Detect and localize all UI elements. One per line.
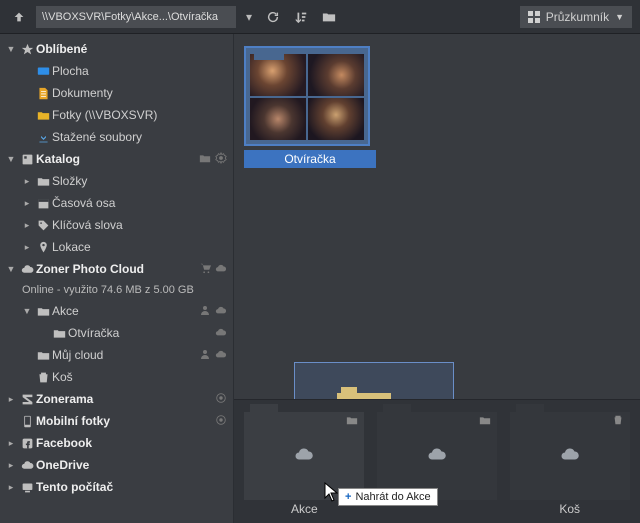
catalog-icon <box>18 153 36 166</box>
calendar-icon <box>34 197 52 210</box>
content-area[interactable]: Otvíračka Akce <box>234 34 640 523</box>
sidebar-facebook-header[interactable]: ▸ Facebook <box>0 432 233 454</box>
document-icon <box>34 87 52 100</box>
sidebar-item-photos[interactable]: ▸ Fotky (\\VBOXSVR) <box>0 104 233 126</box>
sidebar-item-desktop[interactable]: ▸ Plocha <box>0 60 233 82</box>
folder-small-icon <box>479 414 491 429</box>
shelf-item-trash[interactable]: Koš <box>507 406 632 523</box>
trash-icon <box>34 371 52 384</box>
computer-icon <box>18 481 36 494</box>
sidebar-item-folders[interactable]: ▸ Složky <box>0 170 233 192</box>
trash-icon <box>612 414 624 429</box>
onedrive-icon <box>18 459 36 472</box>
cloud-icon <box>560 448 580 465</box>
cloud-icon <box>294 448 314 465</box>
folder-icon <box>34 305 52 318</box>
drag-tooltip-text: Nahrát do Akce <box>355 491 430 503</box>
download-icon <box>34 131 52 144</box>
cloud-status: Online - využito 74.6 MB z 5.00 GB <box>0 280 233 300</box>
sidebar-item-documents[interactable]: ▸ Dokumenty <box>0 82 233 104</box>
cloud-icon <box>18 263 36 276</box>
sidebar: ▼ Oblíbené ▸ Plocha ▸ Dokumenty ▸ Fotky … <box>0 34 234 523</box>
refresh-button[interactable] <box>262 6 284 28</box>
view-mode-selector[interactable]: Průzkumník ▼ <box>520 6 632 28</box>
folder-label: Otvíračka <box>244 150 376 168</box>
tag-icon <box>34 219 52 232</box>
toolbar: \\VBOXSVR\Fotky\Akce...\Otvíračka ▾ Průz… <box>0 0 640 34</box>
person-icon[interactable] <box>199 348 211 363</box>
cloud-sync-icon[interactable] <box>215 262 227 277</box>
add-folder-icon[interactable] <box>199 152 211 167</box>
sidebar-favorites-header[interactable]: ▼ Oblíbené <box>0 38 233 60</box>
sidebar-item-timeline[interactable]: ▸ Časová osa <box>0 192 233 214</box>
folder-icon <box>34 349 52 362</box>
cloud-icon <box>215 326 227 341</box>
sidebar-item-downloads[interactable]: ▸ Stažené soubory <box>0 126 233 148</box>
gear-icon[interactable] <box>215 392 227 407</box>
sort-button[interactable] <box>290 6 312 28</box>
sidebar-item-otviracka[interactable]: ▸ Otvíračka <box>0 322 233 344</box>
sidebar-thispc-header[interactable]: ▸ Tento počítač <box>0 476 233 498</box>
desktop-icon <box>34 65 52 78</box>
sidebar-item-locations[interactable]: ▸ Lokace <box>0 236 233 258</box>
person-icon[interactable] <box>199 304 211 319</box>
facebook-icon <box>18 437 36 450</box>
folder-icon <box>34 109 52 122</box>
cloud-icon <box>427 448 447 465</box>
folder-item-otviracka[interactable]: Otvíračka <box>244 46 376 168</box>
folder-icon <box>34 175 52 188</box>
folder-small-icon <box>346 414 358 429</box>
caret-down-icon: ▼ <box>615 12 624 22</box>
sidebar-cloud-header[interactable]: ▼ Zoner Photo Cloud <box>0 258 233 280</box>
sidebar-item-keywords[interactable]: ▸ Klíčová slova <box>0 214 233 236</box>
sidebar-onedrive-header[interactable]: ▸ OneDrive <box>0 454 233 476</box>
sidebar-item-mycloud[interactable]: ▸ Můj cloud <box>0 344 233 366</box>
sidebar-catalog-header[interactable]: ▼ Katalog <box>0 148 233 170</box>
view-mode-label: Průzkumník <box>546 10 609 24</box>
new-folder-button[interactable] <box>318 6 340 28</box>
cursor-icon <box>324 482 338 502</box>
folder-thumbnail <box>244 46 370 146</box>
gear-icon[interactable] <box>215 414 227 429</box>
address-text: \\VBOXSVR\Fotky\Akce...\Otvíračka <box>42 11 218 23</box>
zonerama-icon <box>18 393 36 406</box>
pin-icon <box>34 241 52 254</box>
cart-icon[interactable] <box>199 262 211 277</box>
phone-icon <box>18 415 36 428</box>
cloud-icon[interactable] <box>215 348 227 363</box>
plus-icon: + <box>345 491 351 503</box>
up-button[interactable] <box>8 6 30 28</box>
favorites-label: Oblíbené <box>36 42 227 56</box>
folder-icon <box>50 327 68 340</box>
sidebar-item-trash[interactable]: ▸ Koš <box>0 366 233 388</box>
gear-icon[interactable] <box>215 152 227 167</box>
sidebar-zonerama-header[interactable]: ▸ Zonerama <box>0 388 233 410</box>
address-bar[interactable]: \\VBOXSVR\Fotky\Akce...\Otvíračka <box>36 6 236 28</box>
sidebar-mobile-header[interactable]: ▸ Mobilní fotky <box>0 410 233 432</box>
sidebar-item-akce[interactable]: ▼ Akce <box>0 300 233 322</box>
drag-tooltip: + Nahrát do Akce <box>338 488 438 506</box>
cloud-icon[interactable] <box>215 304 227 319</box>
address-dropdown[interactable]: ▾ <box>242 10 256 24</box>
star-icon <box>18 43 36 56</box>
